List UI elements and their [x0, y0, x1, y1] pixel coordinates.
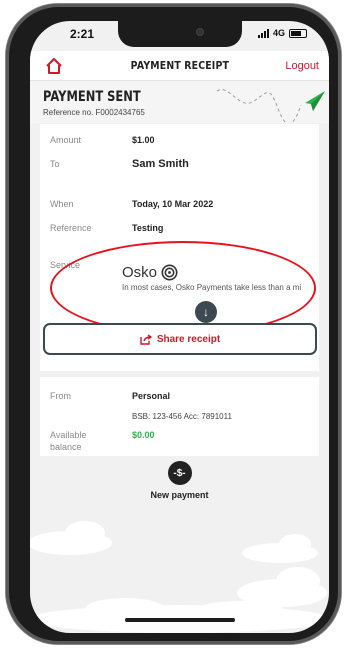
when-row: When Today, 10 Mar 2022 — [50, 199, 213, 209]
balance-value: $0.00 — [132, 430, 155, 440]
annotation-ellipse — [50, 241, 316, 335]
from-row: From Personal — [50, 391, 170, 401]
signal-icon — [257, 28, 269, 38]
share-receipt-button[interactable]: Share receipt — [43, 323, 317, 355]
amount-value: $1.00 — [132, 135, 155, 145]
top-navbar: PAYMENT RECEIPT Logout — [30, 51, 329, 81]
home-icon[interactable] — [44, 57, 64, 75]
bsb-account: BSB: 123-456 Acc: 7891011 — [132, 412, 232, 421]
from-label: From — [50, 391, 71, 401]
new-payment-label: New payment — [150, 490, 209, 500]
reference-row: Reference Testing — [50, 223, 163, 233]
when-label: When — [50, 199, 74, 209]
download-arrow-icon[interactable]: ↓ — [195, 301, 217, 323]
to-row: To Sam Smith — [50, 158, 189, 170]
phone-frame: 2:21 4G PAYMENT RECEIPT Logout PAYMENT S… — [6, 4, 341, 644]
status-time: 2:21 — [70, 27, 95, 41]
battery-icon — [289, 28, 307, 38]
page-title: PAYMENT RECEIPT — [130, 59, 229, 72]
card-divider — [40, 371, 319, 377]
reference-label: Reference — [50, 223, 92, 233]
reference-value: Testing — [132, 223, 164, 233]
from-value: Personal — [132, 391, 171, 401]
logout-button[interactable]: Logout — [285, 60, 319, 72]
receipt-header: PAYMENT SENT Reference no. F0002434765 — [30, 81, 329, 123]
balance-label-1: Available — [50, 430, 87, 440]
app-screen: 2:21 4G PAYMENT RECEIPT Logout PAYMENT S… — [30, 21, 329, 633]
receipt-details-card: Amount $1.00 To Sam Smith When Today, 10… — [40, 124, 319, 456]
amount-row: Amount $1.00 — [50, 135, 155, 145]
balance-label-2: balance — [50, 442, 82, 452]
to-value: Sam Smith — [132, 158, 189, 170]
share-receipt-label: Share receipt — [156, 333, 221, 345]
receipt-title: PAYMENT SENT — [43, 89, 141, 105]
reference-number: Reference no. F0002434765 — [43, 108, 145, 117]
status-indicators: 4G — [257, 28, 307, 38]
when-value: Today, 10 Mar 2022 — [132, 199, 214, 209]
new-payment-button[interactable]: -$- New payment — [30, 461, 329, 500]
balance-row: Available balance $0.00 — [50, 430, 155, 452]
notch — [118, 21, 242, 47]
network-type: 4G — [272, 28, 285, 38]
to-label: To — [50, 159, 60, 169]
paper-plane-icon — [216, 89, 325, 123]
new-payment-icon: -$- — [167, 461, 192, 485]
clouds-illustration — [30, 521, 329, 633]
home-indicator[interactable] — [125, 618, 235, 622]
share-icon — [140, 333, 152, 345]
amount-label: Amount — [50, 135, 82, 145]
